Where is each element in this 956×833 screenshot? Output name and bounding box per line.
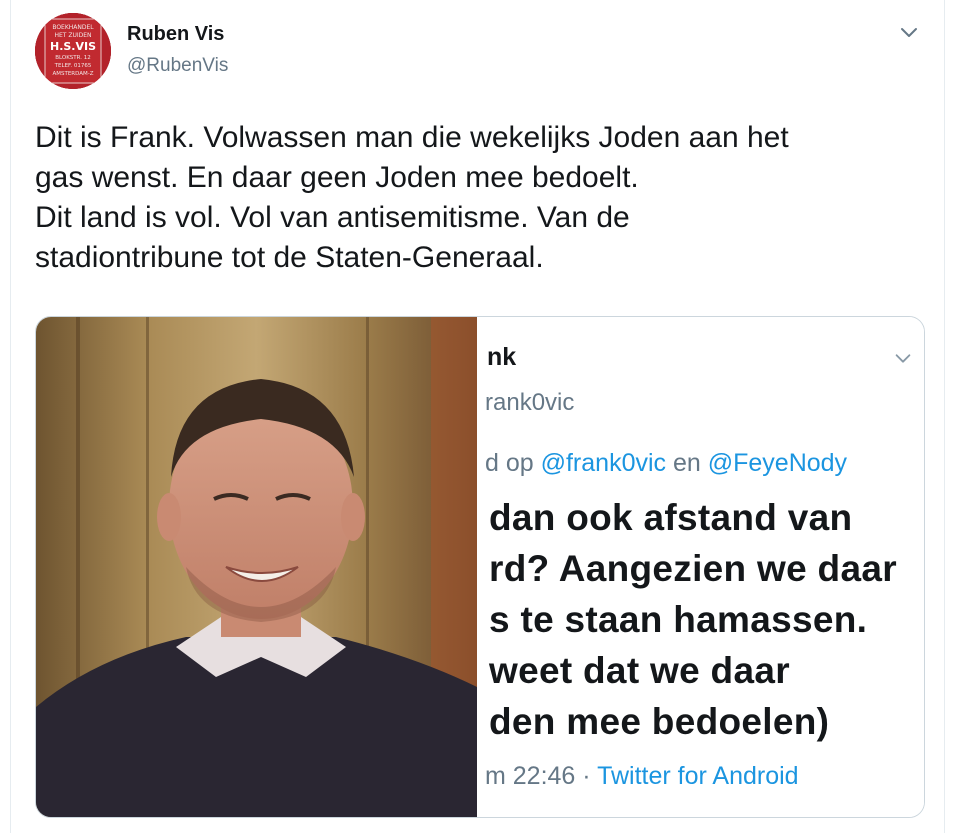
avatar-text-2: H.S.VIS: [50, 40, 96, 53]
tweet-media[interactable]: nk rank0vic d op @frank0vic en @FeyeNody…: [35, 316, 925, 818]
embedded-source: Twitter for Android: [597, 762, 799, 790]
author-handle[interactable]: @RubenVis: [127, 55, 228, 77]
tweet-text: Dit is Frank. Volwassen man die wekelijk…: [35, 118, 925, 278]
tweet-card: BOEKHANDEL HET ZUIDEN H.S.VIS BLOKSTR. 1…: [10, 0, 945, 833]
author-name[interactable]: Ruben Vis: [127, 23, 224, 46]
photo-of-man[interactable]: [36, 317, 477, 817]
embedded-author-handle: rank0vic: [485, 389, 575, 416]
author-avatar[interactable]: BOEKHANDEL HET ZUIDEN H.S.VIS BLOKSTR. 1…: [35, 13, 111, 89]
reply-mention-1: @frank0vic: [540, 449, 667, 477]
embedded-body-line: den mee bedoelen): [489, 701, 830, 742]
embedded-body-line: rd? Aangezien we daar: [489, 548, 897, 589]
reply-joiner: en: [666, 449, 708, 477]
embedded-reply-line: d op @frank0vic en @FeyeNody: [485, 449, 847, 478]
embedded-meta-line: m 22:46 · Twitter for Android: [485, 762, 799, 791]
embedded-author-name: nk: [487, 343, 517, 371]
embedded-tweet-screenshot: nk rank0vic d op @frank0vic en @FeyeNody…: [477, 317, 924, 817]
embedded-time: m 22:46 ·: [485, 762, 598, 790]
embedded-body-line: s te staan hamassen.: [489, 599, 868, 640]
chevron-down-icon: [892, 347, 914, 369]
tweet-line: stadiontribune tot de Staten-Generaal.: [35, 241, 544, 274]
embedded-body-line: weet dat we daar: [489, 650, 790, 691]
tweet-line: Dit land is vol. Vol van antisemitisme. …: [35, 201, 630, 234]
avatar-text-1: HET ZUIDEN: [54, 32, 91, 39]
reply-mention-2: @FeyeNody: [707, 449, 848, 477]
chevron-down-icon[interactable]: [897, 20, 921, 44]
avatar-text-0: BOEKHANDEL: [52, 24, 94, 31]
tweet-line: gas wenst. En daar geen Joden mee bedoel…: [35, 161, 639, 194]
embedded-body-line: dan ook afstand van: [489, 497, 853, 538]
avatar-text-4: TELEF. 01765: [54, 63, 92, 69]
avatar-text-5: AMSTERDAM-Z: [52, 71, 93, 77]
avatar-text-3: BLOKSTR. 12: [55, 55, 91, 61]
embedded-tweet-body: dan ook afstand van rd? Aangezien we daa…: [489, 492, 897, 747]
tweet-line: Dit is Frank. Volwassen man die wekelijk…: [35, 121, 789, 154]
reply-prefix: d op: [485, 449, 541, 477]
avatar-sign-image: BOEKHANDEL HET ZUIDEN H.S.VIS BLOKSTR. 1…: [35, 13, 111, 89]
